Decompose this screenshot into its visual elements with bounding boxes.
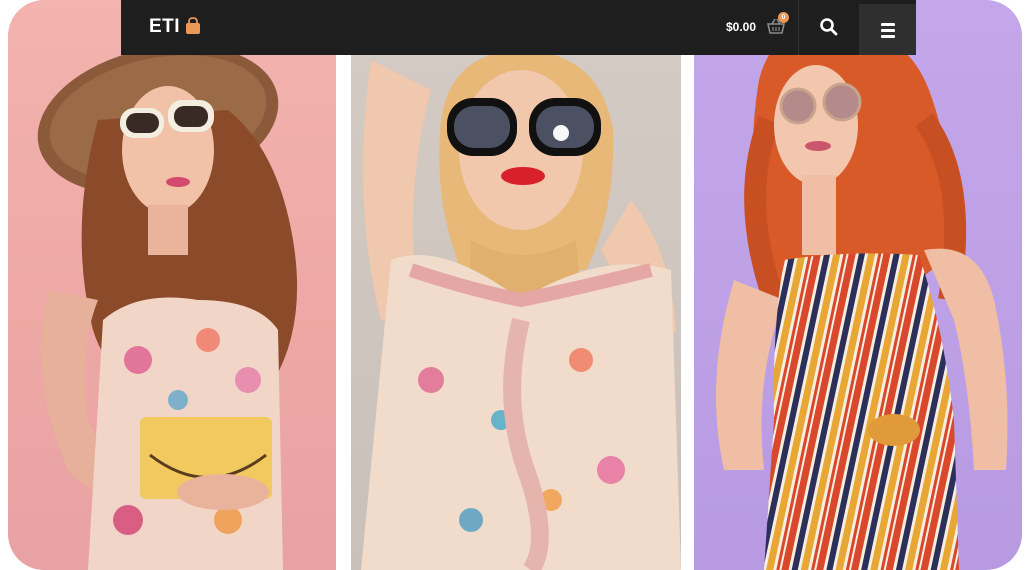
model-photo-striped-dress (716, 28, 1008, 570)
hamburger-menu-icon (881, 23, 895, 26)
hero-image-lilac[interactable] (694, 0, 1022, 570)
site-logo[interactable]: ETI (149, 16, 180, 38)
cart-total[interactable]: $0.00 (726, 20, 756, 34)
cart-count-badge: 0 (778, 12, 789, 23)
hamburger-menu-icon-bar (881, 29, 895, 32)
nav-divider (798, 0, 799, 55)
menu-button[interactable] (859, 4, 916, 55)
model-photo-sunglasses (361, 50, 681, 570)
top-navigation-bar: ETI $0.00 0 (121, 0, 916, 55)
hero-image-beige[interactable] (351, 0, 681, 570)
hero-image-pink[interactable] (8, 0, 336, 570)
hero-gallery: ETI $0.00 0 (8, 0, 1022, 570)
shopping-bag-icon (186, 17, 200, 34)
search-icon[interactable] (819, 17, 839, 37)
hamburger-menu-icon-bar (881, 35, 895, 38)
model-photo-hat (37, 45, 298, 570)
